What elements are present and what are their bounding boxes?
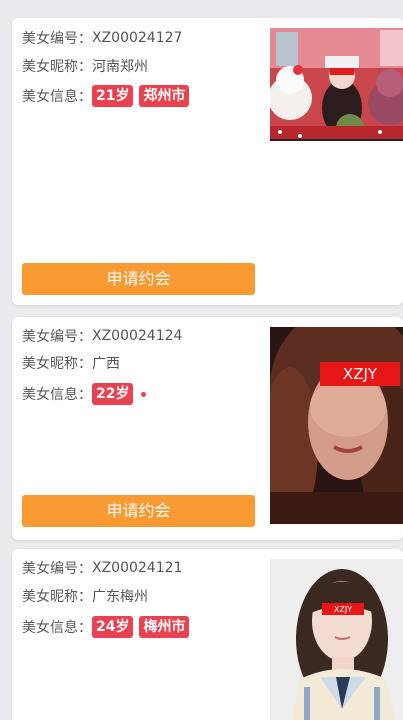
photo-censor-text: XZJY — [343, 365, 378, 383]
age-tag: 21岁 — [92, 85, 134, 107]
profile-info-row: 美女信息： 24岁 梅州市 — [22, 616, 195, 638]
city-tag: 郑州市 — [139, 85, 190, 107]
profile-id-value: XZ00024127 — [92, 30, 183, 46]
profile-info-label: 美女信息： — [22, 387, 92, 403]
profile-nickname-row: 美女昵称： 河南郑州 — [22, 55, 148, 77]
profile-id-value: XZ00024124 — [92, 328, 183, 344]
profile-photo[interactable]: XZJY — [270, 327, 403, 524]
profile-id-value: XZ00024121 — [92, 560, 183, 576]
age-tag: 24岁 — [92, 616, 134, 638]
profile-card[interactable]: 美女编号： XZ00024124 美女昵称： 广西 美女信息： 22岁 申请约会 — [12, 317, 403, 540]
apply-date-button[interactable]: 申请约会 — [22, 495, 255, 527]
photo-student-portrait: XZJY — [270, 559, 403, 720]
profile-info-row: 美女信息： 22岁 — [22, 383, 147, 405]
apply-date-button[interactable]: 申请约会 — [22, 263, 255, 295]
profile-nickname-value: 广西 — [92, 356, 120, 372]
profile-nickname-row: 美女昵称： 广东梅州 — [22, 585, 148, 607]
profile-nickname-label: 美女昵称： — [22, 59, 92, 75]
photo-room-hello-kitty — [270, 28, 403, 141]
profile-card[interactable]: 美女编号： XZ00024127 美女昵称： 河南郑州 美女信息： 21岁 郑州… — [12, 18, 403, 305]
profile-nickname-value: 河南郑州 — [92, 59, 148, 75]
profile-card[interactable]: 美女编号： XZ00024121 美女昵称： 广东梅州 美女信息： 24岁 梅州… — [12, 549, 403, 720]
profile-id-row: 美女编号： XZ00024127 — [22, 27, 182, 49]
profile-id-label: 美女编号： — [22, 561, 92, 577]
profile-id-row: 美女编号： XZ00024121 — [22, 557, 182, 579]
profile-nickname-row: 美女昵称： 广西 — [22, 352, 120, 374]
profile-id-label: 美女编号： — [22, 329, 92, 345]
profile-info-row: 美女信息： 21岁 郑州市 — [22, 85, 195, 107]
profile-photo[interactable] — [270, 28, 403, 141]
profile-list: 美女编号： XZ00024127 美女昵称： 河南郑州 美女信息： 21岁 郑州… — [0, 0, 403, 720]
profile-nickname-label: 美女昵称： — [22, 356, 92, 372]
age-tag: 22岁 — [92, 383, 134, 405]
profile-id-label: 美女编号： — [22, 31, 92, 47]
profile-photo[interactable]: XZJY — [270, 559, 403, 720]
photo-woman-portrait: XZJY — [270, 327, 403, 524]
city-tag: 梅州市 — [139, 616, 190, 638]
profile-info-label: 美女信息： — [22, 620, 92, 636]
status-dot — [141, 391, 147, 397]
profile-nickname-value: 广东梅州 — [92, 589, 148, 605]
profile-nickname-label: 美女昵称： — [22, 589, 92, 605]
profile-id-row: 美女编号： XZ00024124 — [22, 325, 182, 347]
profile-info-label: 美女信息： — [22, 89, 92, 105]
photo-censor-text: XZJY — [334, 605, 352, 614]
